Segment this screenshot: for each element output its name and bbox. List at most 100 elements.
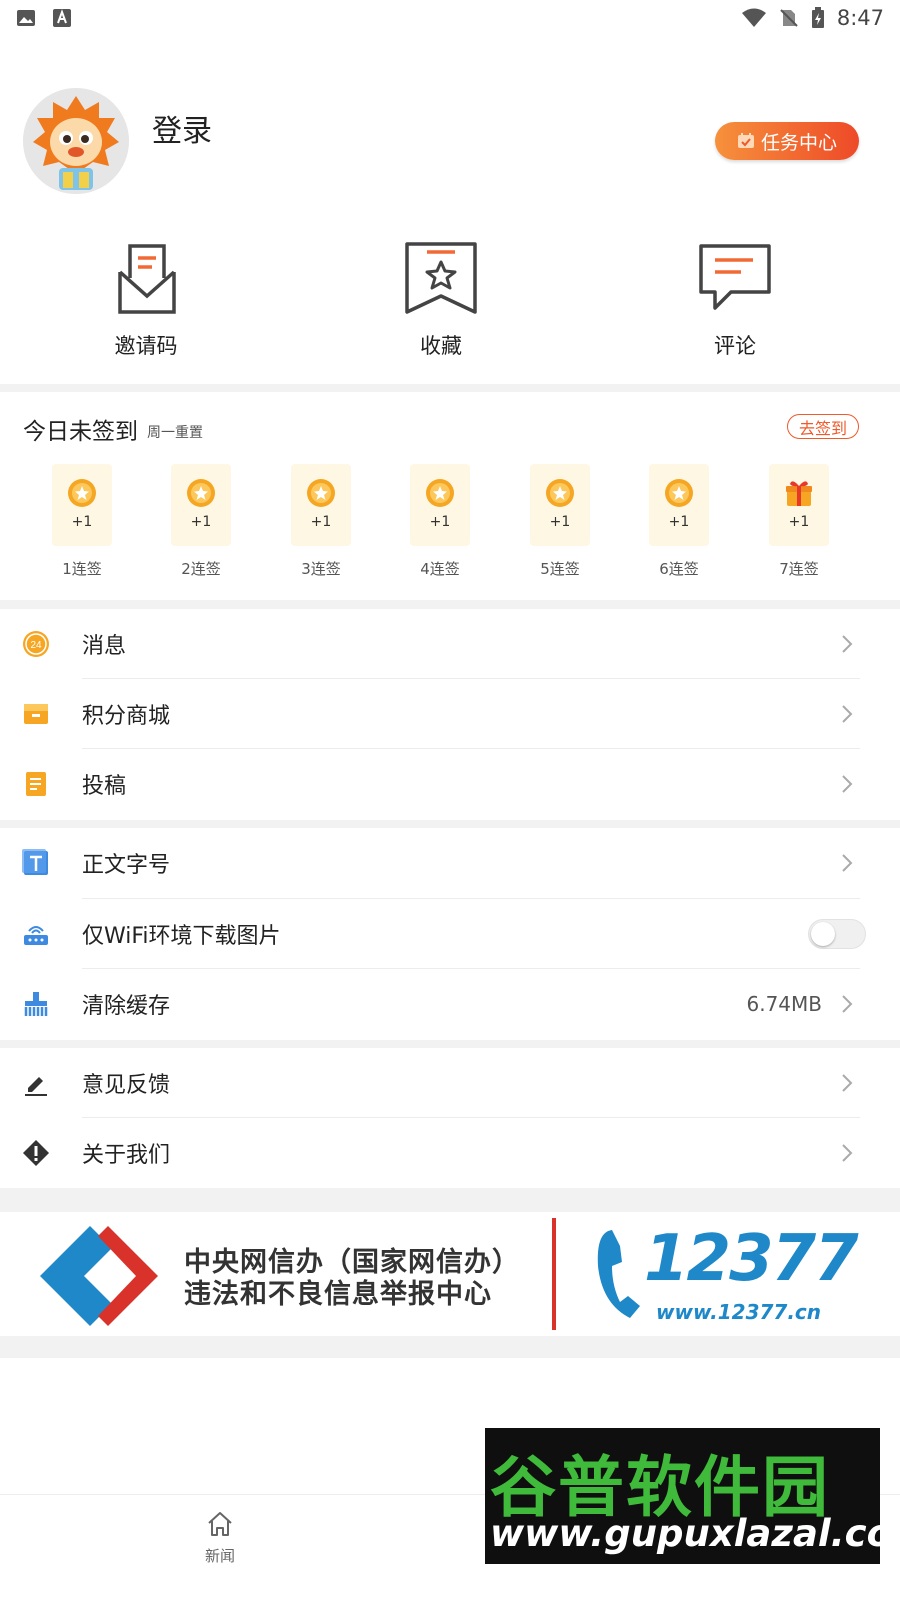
shortcut-label: 评论 <box>714 334 756 358</box>
menu-label: 仅WiFi环境下载图片 <box>82 924 281 949</box>
section-divider <box>0 600 900 609</box>
coin-icon <box>426 479 454 507</box>
message-badge-icon: 24 <box>23 631 49 657</box>
shortcut-favorites[interactable]: 收藏 <box>361 238 521 360</box>
task-center-button[interactable]: 任务中心 <box>715 122 859 160</box>
text-size-icon <box>22 849 48 875</box>
checkin-day-tile: +1 <box>530 464 590 546</box>
chevron-right-icon <box>842 1074 853 1092</box>
section-divider <box>0 1188 900 1212</box>
font-icon <box>53 9 71 27</box>
nav-label: 新闻 <box>204 1547 235 1565</box>
banner-url: www.12377.cn <box>656 1300 822 1324</box>
banner-line2: 违法和不良信息举报中心 <box>184 1279 492 1310</box>
phone-icon <box>597 1230 640 1318</box>
checkin-reward: +1 <box>71 514 93 530</box>
envelope-icon <box>118 244 176 314</box>
image-icon <box>17 10 35 26</box>
avatar[interactable] <box>23 88 129 194</box>
wifi-only-toggle[interactable] <box>808 919 866 949</box>
menu-item-points-mall[interactable]: 积分商城 <box>0 679 900 749</box>
menu-item-font-size[interactable]: 正文字号 <box>0 828 900 898</box>
checkin-day-label: 2连签 <box>181 560 221 578</box>
status-right: 8:47 <box>741 6 884 30</box>
broom-icon <box>24 992 48 1016</box>
message-badge-count: 24 <box>30 640 42 651</box>
cache-size-value: 6.74MB <box>746 992 822 1016</box>
store-icon <box>24 704 48 724</box>
bookmark-star-icon <box>405 242 477 314</box>
watermark-url: www.gupuxlazal.com <box>490 1512 900 1555</box>
checkin-reward: +1 <box>429 514 451 530</box>
lion-mascot-icon <box>23 88 129 194</box>
checkin-button[interactable]: 去签到 <box>787 414 859 439</box>
status-bar: 8:47 <box>0 0 900 36</box>
nav-news[interactable]: 新闻 <box>160 1509 280 1566</box>
checkin-day-label: 3连签 <box>301 560 341 578</box>
banner-divider <box>552 1218 556 1330</box>
menu-label: 投稿 <box>82 774 127 799</box>
status-time: 8:47 <box>836 6 884 30</box>
section-divider <box>0 1040 900 1048</box>
menu-item-submit[interactable]: 投稿 <box>0 749 900 819</box>
section-divider <box>0 820 900 828</box>
home-icon <box>208 1512 232 1536</box>
menu-item-wifi-only: 仅WiFi环境下载图片 <box>0 899 900 969</box>
menu-label: 消息 <box>82 634 127 659</box>
status-left <box>16 8 72 28</box>
section-divider <box>0 1336 900 1358</box>
comment-icon <box>699 244 771 310</box>
checkin-reward: +1 <box>310 514 332 530</box>
menu-label: 清除缓存 <box>82 994 171 1019</box>
chevron-right-icon <box>842 705 853 723</box>
gift-icon <box>786 481 812 506</box>
info-diamond-icon <box>23 1140 49 1166</box>
checkin-day-tile: +1 <box>410 464 470 546</box>
menu-item-messages[interactable]: 24 消息 <box>0 609 900 679</box>
coin-icon <box>665 479 693 507</box>
coin-icon <box>187 479 215 507</box>
coin-icon <box>546 479 574 507</box>
chevron-right-icon <box>842 775 853 793</box>
task-center-label: 任务中心 <box>760 131 837 154</box>
report-center-logo <box>40 1226 158 1326</box>
shortcut-label: 邀请码 <box>114 334 178 358</box>
checkin-day-label: 6连签 <box>659 560 699 578</box>
checkin-reward: +1 <box>788 514 810 530</box>
checkin-day-label: 4连签 <box>420 560 460 578</box>
chevron-right-icon <box>842 1144 853 1162</box>
menu-item-feedback[interactable]: 意见反馈 <box>0 1048 900 1118</box>
menu-item-about[interactable]: 关于我们 <box>0 1118 900 1188</box>
coin-icon <box>307 479 335 507</box>
banner-number: 12377 <box>644 1222 859 1296</box>
menu-label: 正文字号 <box>82 853 171 878</box>
pencil-icon <box>25 1077 47 1096</box>
checkin-title: 今日未签到 <box>23 419 138 445</box>
router-icon <box>24 926 48 945</box>
checkin-day-label: 1连签 <box>62 560 102 578</box>
checkin-reward: +1 <box>190 514 212 530</box>
checkin-day-tile: +1 <box>769 464 829 546</box>
shortcut-comments[interactable]: 评论 <box>655 238 815 360</box>
section-divider <box>0 384 900 392</box>
checkin-reward: +1 <box>668 514 690 530</box>
wifi-icon <box>741 8 766 27</box>
shortcut-label: 收藏 <box>420 334 462 358</box>
toggle-knob <box>811 922 835 946</box>
login-link[interactable]: 登录 <box>152 106 212 150</box>
shortcut-row: 邀请码 收藏 评论 <box>0 238 900 378</box>
menu-label: 关于我们 <box>82 1143 171 1168</box>
menu-item-clear-cache[interactable]: 清除缓存 6.74MB <box>0 969 900 1039</box>
document-icon <box>26 772 46 796</box>
checkin-reward: +1 <box>549 514 571 530</box>
calendar-icon <box>737 133 754 148</box>
menu-label: 意见反馈 <box>82 1073 171 1098</box>
chevron-right-icon <box>842 635 853 653</box>
checkin-day-tile: +1 <box>171 464 231 546</box>
shortcut-invite-code[interactable]: 邀请码 <box>66 238 226 360</box>
checkin-subtitle: 周一重置 <box>147 425 203 441</box>
checkin-day-label: 5连签 <box>540 560 580 578</box>
no-sim-icon <box>780 9 798 27</box>
chevron-right-icon <box>842 995 853 1013</box>
checkin-day-tile: +1 <box>291 464 351 546</box>
